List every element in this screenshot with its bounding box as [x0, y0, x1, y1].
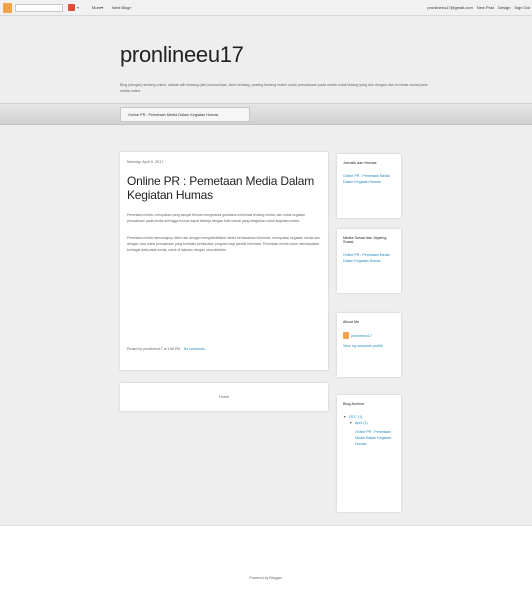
blogger-logo-icon[interactable]: [3, 3, 12, 13]
navbar-next-blog-link[interactable]: Next Blog»: [112, 5, 132, 10]
chevron-down-icon[interactable]: ▾: [77, 5, 79, 10]
home-link[interactable]: Home: [219, 395, 229, 399]
navbar-search-input[interactable]: [15, 4, 63, 12]
post-date: Monday, April 9, 2017: [127, 160, 164, 164]
view-profile-link[interactable]: View my complete profile: [343, 343, 395, 349]
archive-year-link[interactable]: 2017 (1): [349, 415, 362, 419]
sidebar-widget-media-sosial: Media Sosial dan Jejaring Sosial Online …: [337, 229, 401, 293]
post-card: Monday, April 9, 2017 Online PR : Pemeta…: [120, 152, 328, 370]
navbar-more-button[interactable]: More▾: [92, 5, 103, 10]
archive-month-row[interactable]: ▼ April (1): [343, 420, 395, 426]
navbar-right-links: pronlineeu17@gmail.com New Post Design S…: [427, 5, 530, 10]
archive-post-link[interactable]: Online PR : Pemetaan Media Dalam Kegiata…: [343, 429, 395, 447]
navbar-design-link[interactable]: Design: [498, 5, 510, 10]
post-footer: Posted by pronlineeu17 at 1:56 PM No com…: [127, 347, 206, 351]
widget-title: Blog Archive: [343, 402, 365, 406]
post-paragraph: Pemetaan media mencangkup disini dan den…: [127, 235, 320, 253]
blog-title[interactable]: pronlineeu17: [120, 42, 244, 68]
footer-band: [0, 525, 532, 603]
gplus-icon[interactable]: [68, 4, 75, 11]
profile-name-link[interactable]: pronlineeu17: [351, 333, 372, 339]
sidebar-widget-blog-archive: Blog Archive ▼ 2017 (1) ▼ April (1) Online…: [337, 395, 401, 512]
post-title[interactable]: Online PR : Pemetaan Media Dalam Kegiata…: [127, 174, 321, 202]
navbar-sign-out-link[interactable]: Sign Out: [514, 5, 530, 10]
post-comments-link[interactable]: No comments:: [184, 347, 206, 351]
post-paragraph: Pemetaan media, merupakan yang sangat Hu…: [127, 213, 306, 224]
page-tabs-band: [0, 103, 532, 125]
blog-description: Blog (dengan) tentang online, adalah ali…: [120, 83, 428, 93]
navbar-user-email[interactable]: pronlineeu17@gmail.com: [427, 5, 472, 10]
post-author-time-link[interactable]: Posted by pronlineeu17 at 1:56 PM: [127, 347, 180, 351]
widget-title: Jurnalis dan Humas: [343, 161, 377, 165]
archive-month-link[interactable]: April (1): [355, 421, 368, 425]
widget-post-link[interactable]: Online PR : Pemetaan Media Dalam Kegiata…: [343, 173, 395, 185]
widget-post-link[interactable]: Online PR : Pemetaan Media Dalam Kegiata…: [343, 252, 395, 264]
profile-row: pronlineeu17: [343, 332, 395, 339]
navbar-new-post-link[interactable]: New Post: [477, 5, 494, 10]
widget-title: About Me: [343, 320, 360, 324]
sidebar-widget-jurnalis: Jurnalis dan Humas Online PR : Pemetaan …: [337, 154, 401, 218]
blogger-profile-icon: [343, 332, 349, 339]
tab-online-pr[interactable]: Online PR : Pemetaan Media Dalam Kegiata…: [120, 107, 250, 122]
blogger-navbar: ▾ More▾ Next Blog» pronlineeu17@gmail.co…: [0, 0, 532, 16]
home-link-card: Home: [120, 383, 328, 411]
sidebar-widget-about-me: About Me pronlineeu17 View my complete p…: [337, 313, 401, 377]
powered-by-link[interactable]: Powered by Blogger.: [0, 576, 532, 580]
widget-title: Media Sosial dan Jejaring Sosial: [343, 236, 387, 244]
